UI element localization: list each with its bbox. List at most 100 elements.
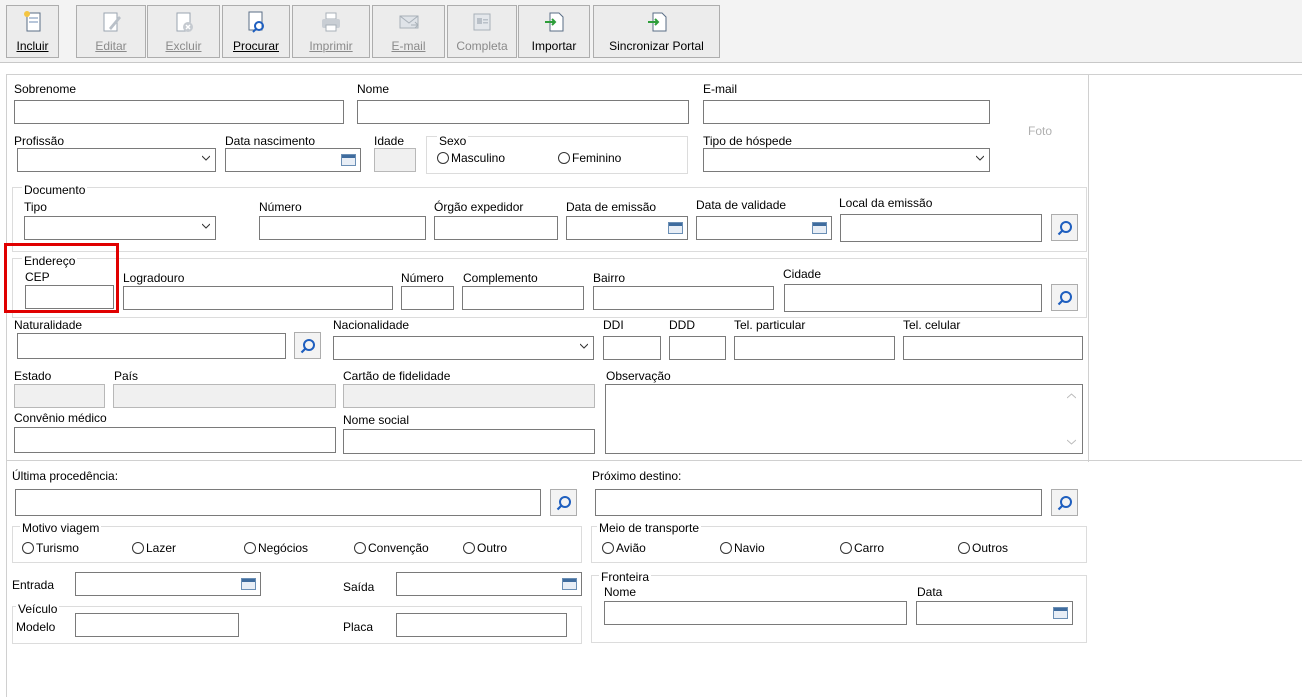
profissao-select[interactable] <box>17 148 216 172</box>
photo-panel-divider <box>1088 74 1302 462</box>
convenio-medico-input[interactable] <box>14 427 336 453</box>
excluir-button[interactable]: Excluir <box>147 5 220 58</box>
imprimir-label: Imprimir <box>309 39 353 53</box>
tipo-hospede-select[interactable] <box>703 148 990 172</box>
lazer-radio[interactable]: Lazer <box>132 541 176 555</box>
sobrenome-label: Sobrenome <box>14 82 77 96</box>
feminino-radio[interactable]: Feminino <box>558 151 621 165</box>
completa-button[interactable]: Completa <box>447 5 517 58</box>
nome-social-input[interactable] <box>343 429 595 454</box>
email-button[interactable]: E-mail <box>372 5 445 58</box>
lazer-text: Lazer <box>146 541 177 555</box>
fronteira-nome-input[interactable] <box>604 601 907 625</box>
radio-circle <box>132 542 144 554</box>
new-document-icon <box>23 11 40 32</box>
observacao-textarea[interactable] <box>605 384 1083 454</box>
masculino-radio[interactable]: Masculino <box>437 151 505 165</box>
data-nascimento-input[interactable] <box>225 148 361 172</box>
outro-radio[interactable]: Outro <box>463 541 507 555</box>
numero-documento-input[interactable] <box>259 216 426 240</box>
turismo-text: Turismo <box>36 541 79 555</box>
complemento-input[interactable] <box>462 286 584 310</box>
data-validade-input[interactable] <box>696 216 832 240</box>
email-label: E-mail <box>391 39 426 53</box>
section-divider <box>6 460 1302 461</box>
orgao-input[interactable] <box>434 216 558 240</box>
outros-radio[interactable]: Outros <box>958 541 1008 555</box>
entrada-input[interactable] <box>75 572 261 596</box>
pais-label: País <box>114 369 139 383</box>
calendar-icon[interactable] <box>341 154 356 166</box>
saida-input[interactable] <box>396 572 582 596</box>
search-icon <box>556 496 571 511</box>
pais-input <box>113 384 336 408</box>
tel-particular-input[interactable] <box>734 336 895 360</box>
cidade-input[interactable] <box>784 284 1042 312</box>
nacionalidade-select[interactable] <box>333 336 594 360</box>
procurar-label: Procurar <box>232 39 279 53</box>
tel-celular-input[interactable] <box>903 336 1083 360</box>
estado-label: Estado <box>14 369 52 383</box>
importar-button[interactable]: Importar <box>518 5 590 58</box>
editar-label: Editar <box>95 39 127 53</box>
data-emissao-input[interactable] <box>566 216 688 240</box>
proximo-destino-input[interactable] <box>595 489 1042 516</box>
modelo-input[interactable] <box>75 613 239 637</box>
naturalidade-search-button[interactable] <box>294 332 321 359</box>
radio-circle <box>840 542 852 554</box>
calendar-icon[interactable] <box>1053 607 1068 619</box>
incluir-button[interactable]: Incluir <box>6 5 59 58</box>
tipo-documento-select[interactable] <box>24 216 216 240</box>
chevron-down-icon <box>202 223 210 229</box>
proximo-destino-label: Próximo destino: <box>592 469 682 483</box>
feminino-text: Feminino <box>572 151 622 165</box>
ddi-input[interactable] <box>603 336 661 360</box>
local-emissao-input[interactable] <box>840 214 1042 242</box>
tipo-hospede-label: Tipo de hóspede <box>703 134 792 148</box>
sobrenome-input[interactable] <box>14 100 344 124</box>
aviao-radio[interactable]: Avião <box>602 541 646 555</box>
fronteira-nome-label: Nome <box>604 585 637 599</box>
estado-input <box>14 384 105 408</box>
delete-document-icon <box>176 12 193 32</box>
navio-radio[interactable]: Navio <box>720 541 765 555</box>
idade-label: Idade <box>374 134 405 148</box>
convencao-radio[interactable]: Convenção <box>354 541 429 555</box>
radio-circle <box>244 542 256 554</box>
email-input[interactable] <box>703 100 990 124</box>
negocios-radio[interactable]: Negócios <box>244 541 308 555</box>
ultima-procedencia-input[interactable] <box>15 489 541 516</box>
numero-documento-label: Número <box>259 200 302 214</box>
ultima-procedencia-search-button[interactable] <box>550 489 577 516</box>
data-emissao-label: Data de emissão <box>566 200 657 214</box>
proximo-destino-search-button[interactable] <box>1051 489 1078 516</box>
bairro-label: Bairro <box>593 271 626 285</box>
calendar-icon[interactable] <box>668 222 683 234</box>
calendar-icon[interactable] <box>562 578 577 590</box>
calendar-icon[interactable] <box>241 578 256 590</box>
scroll-up-icon[interactable] <box>1067 393 1076 399</box>
calendar-icon[interactable] <box>812 222 827 234</box>
fronteira-data-input[interactable] <box>916 601 1073 625</box>
naturalidade-label: Naturalidade <box>14 318 83 332</box>
procurar-button[interactable]: Procurar <box>222 5 290 58</box>
search-icon <box>1057 291 1072 306</box>
placa-input[interactable] <box>396 613 567 637</box>
carro-radio[interactable]: Carro <box>840 541 884 555</box>
nome-input[interactable] <box>357 100 689 124</box>
local-emissao-search-button[interactable] <box>1051 214 1078 241</box>
bairro-input[interactable] <box>593 286 774 310</box>
email-label: E-mail <box>703 82 738 96</box>
ddd-input[interactable] <box>669 336 726 360</box>
naturalidade-input[interactable] <box>17 333 286 359</box>
imprimir-button[interactable]: Imprimir <box>292 5 370 58</box>
cidade-search-button[interactable] <box>1051 284 1078 311</box>
radio-circle <box>720 542 732 554</box>
scroll-down-icon[interactable] <box>1067 439 1076 445</box>
sincronizar-portal-button[interactable]: Sincronizar Portal <box>593 5 720 58</box>
turismo-radio[interactable]: Turismo <box>22 541 79 555</box>
editar-button[interactable]: Editar <box>76 5 146 58</box>
numero-endereco-input[interactable] <box>401 286 454 310</box>
logradouro-input[interactable] <box>123 286 393 310</box>
sync-arrow-icon <box>647 12 666 32</box>
